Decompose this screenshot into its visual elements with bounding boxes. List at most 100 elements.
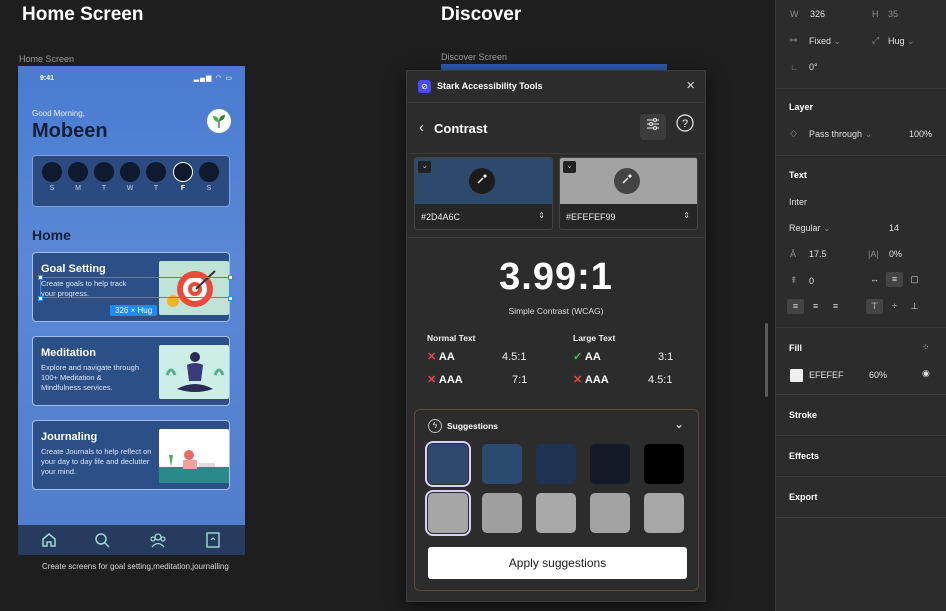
stark-logo-icon: ⊘ [418, 80, 431, 93]
pass-check-icon: ✓ [573, 351, 583, 363]
suggestions-title: Suggestions [447, 421, 499, 431]
discover-frame-label[interactable]: Discover Screen [441, 52, 507, 62]
stepper-icon[interactable]: ⇕ [538, 211, 545, 220]
resize-handle-tl[interactable] [38, 275, 43, 280]
background-color-picker[interactable]: ⌄ #EFEFEF99 ⇕ [559, 157, 698, 230]
resize-handle-bl[interactable] [38, 296, 43, 301]
align-bottom-icon[interactable]: ⊥ [906, 299, 923, 314]
stepper-icon[interactable]: ⇕ [683, 211, 690, 220]
line-height-icon: Ā [790, 249, 797, 259]
plugin-title: Stark Accessibility Tools [437, 81, 543, 91]
normal-aa-result: ✕ AA [427, 351, 455, 363]
width-input[interactable]: 326 [810, 9, 825, 19]
suggestion-chip-fg-1[interactable] [425, 441, 471, 487]
paragraph-spacing-input[interactable]: 0 [809, 276, 814, 286]
foreground-hex[interactable]: #2D4A6C [421, 212, 460, 222]
meditation-illustration-icon [159, 345, 229, 399]
auto-width-icon[interactable]: ↔ [866, 272, 883, 287]
align-right-icon[interactable]: ≡ [827, 299, 844, 314]
close-icon[interactable]: × [686, 77, 695, 94]
resize-handle-tr[interactable] [228, 275, 233, 280]
letter-spacing-input[interactable]: 0% [889, 249, 902, 259]
suggestion-chip-bg-1[interactable] [425, 490, 471, 536]
normal-aa-requirement: 4.5:1 [502, 351, 527, 363]
divider [407, 237, 705, 238]
user-name: Mobeen [32, 120, 108, 142]
chevron-down-icon[interactable]: ⌄ [563, 161, 576, 173]
height-mode-select[interactable]: Hug ⌄ [888, 36, 915, 47]
fill-opacity-input[interactable]: 60% [869, 370, 887, 380]
stroke-section-title[interactable]: Stroke [789, 410, 817, 420]
fill-styles-icon[interactable]: ⁘ [922, 342, 930, 353]
font-family-select[interactable]: Inter [789, 197, 807, 207]
eyedropper-icon[interactable] [614, 168, 640, 194]
day-friday-selected[interactable]: F [172, 162, 194, 192]
normal-aaa-result: ✕ AAA [427, 374, 463, 386]
suggestion-chip-fg-2[interactable] [482, 444, 522, 484]
fixed-size-icon[interactable]: ▢ [906, 272, 923, 287]
chevron-down-icon[interactable]: ⌄ [674, 417, 684, 431]
card-description: Explore and navigate through 100+ Medita… [41, 363, 139, 392]
greeting-text: Good Morning, [32, 109, 85, 118]
card-description: Create Journals to help reflect on your … [41, 447, 152, 476]
line-height-input[interactable]: 17.5 [809, 249, 827, 259]
day-thursday[interactable]: T [145, 162, 167, 192]
font-weight-select[interactable]: Regular ⌄ [789, 223, 831, 234]
day-saturday[interactable]: S [198, 162, 220, 192]
fill-hex-input[interactable]: EFEFEF [809, 370, 844, 380]
community-icon[interactable] [149, 531, 167, 549]
effects-section-title[interactable]: Effects [789, 451, 819, 461]
width-mode-select[interactable]: Fixed ⌄ [809, 36, 841, 47]
day-wednesday[interactable]: W [119, 162, 141, 192]
rotation-input[interactable]: 0° [809, 62, 818, 72]
suggestion-chip-bg-2[interactable] [482, 493, 522, 533]
back-chevron-icon[interactable]: ‹ [419, 119, 424, 136]
foreground-color-picker[interactable]: ⌄ #2D4A6C ⇕ [414, 157, 553, 230]
home-screen-heading: Home Screen [22, 4, 144, 25]
home-frame-label[interactable]: Home Screen [19, 54, 74, 64]
canvas-scrollbar[interactable] [765, 323, 768, 397]
apply-suggestions-button[interactable]: Apply suggestions [428, 547, 687, 579]
blend-mode-select[interactable]: Pass through ⌄ [809, 129, 872, 140]
fill-swatch[interactable] [790, 369, 803, 382]
settings-sliders-icon[interactable] [640, 114, 666, 140]
journaling-card[interactable]: Journaling Create Journals to help refle… [32, 420, 230, 490]
home-icon[interactable] [40, 531, 58, 549]
eyedropper-icon[interactable] [469, 168, 495, 194]
rotation-icon: ∟ [790, 62, 799, 72]
chevron-down-icon[interactable]: ⌄ [418, 161, 431, 173]
background-hex[interactable]: #EFEFEF99 [566, 212, 616, 222]
align-left-icon[interactable]: ≡ [787, 299, 804, 314]
text-section-title: Text [789, 170, 807, 180]
suggestion-chip-bg-5[interactable] [644, 493, 684, 533]
height-input[interactable]: 35 [888, 9, 898, 19]
eye-icon[interactable]: ◉ [922, 368, 930, 379]
resize-handle-br[interactable] [228, 296, 233, 301]
search-icon[interactable] [93, 531, 111, 549]
align-middle-icon[interactable]: ÷ [886, 299, 903, 314]
suggestion-chip-bg-4[interactable] [590, 493, 630, 533]
bookmark-icon[interactable] [204, 531, 222, 549]
export-section-title[interactable]: Export [789, 492, 818, 502]
letter-spacing-icon: |A| [868, 249, 879, 259]
week-tracker[interactable]: S M T W T F S [32, 155, 230, 207]
card-title: Meditation [41, 347, 96, 359]
suggestion-chip-fg-3[interactable] [536, 444, 576, 484]
day-tuesday[interactable]: T [93, 162, 115, 192]
auto-height-icon[interactable]: ≡ [886, 272, 903, 287]
align-top-icon[interactable]: ⊤ [866, 299, 883, 314]
layer-opacity-input[interactable]: 100% [909, 129, 932, 139]
text-selection-box[interactable] [40, 277, 230, 298]
section-title: Contrast [434, 121, 488, 136]
frame-caption[interactable]: Create screens for goal setting,meditati… [42, 562, 229, 571]
suggestion-chip-fg-4[interactable] [590, 444, 630, 484]
suggestion-chip-bg-3[interactable] [536, 493, 576, 533]
suggestion-chip-fg-5[interactable] [644, 444, 684, 484]
font-size-input[interactable]: 14 [889, 223, 899, 233]
divider [776, 394, 946, 395]
day-sunday[interactable]: S [41, 162, 63, 192]
help-icon[interactable]: ? [672, 114, 698, 140]
align-center-icon[interactable]: ≡ [807, 299, 824, 314]
day-monday[interactable]: M [67, 162, 89, 192]
meditation-card[interactable]: Meditation Explore and navigate through … [32, 336, 230, 406]
